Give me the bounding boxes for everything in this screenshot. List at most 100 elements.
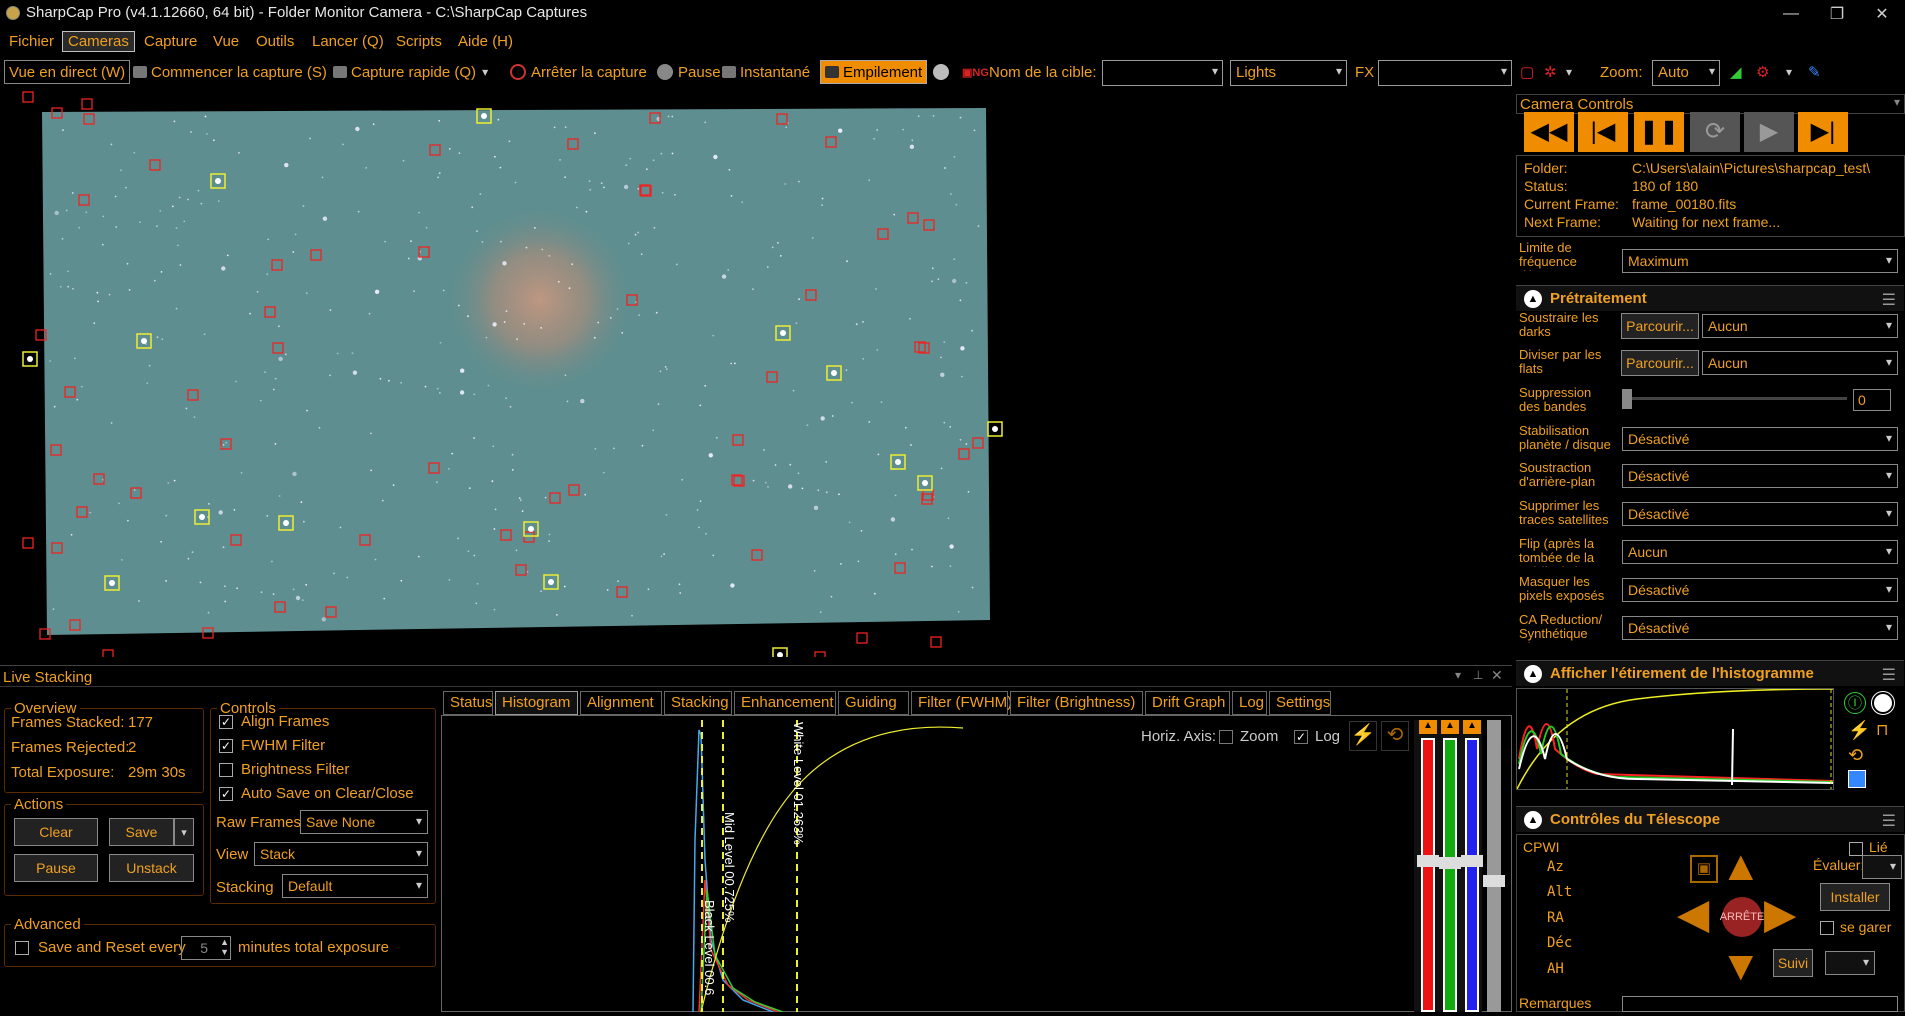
save-button[interactable]: Save — [109, 818, 174, 846]
north-arrow-icon[interactable]: ▲ — [1720, 845, 1762, 887]
track-dropdown[interactable] — [1825, 951, 1875, 975]
tab-status[interactable]: Status — [443, 691, 493, 715]
autosave-checkbox[interactable]: ✓ — [219, 787, 233, 801]
telescope-header[interactable]: ▲ Contrôles du Télescope ☰ — [1516, 806, 1904, 832]
red-slider-handle[interactable] — [1417, 855, 1439, 867]
pause-button[interactable]: Pause — [657, 60, 721, 84]
save-reset-checkbox[interactable] — [15, 941, 29, 955]
contrast-icon[interactable] — [1871, 691, 1895, 715]
close-icon[interactable]: ✕ — [1491, 667, 1503, 684]
stepper-arrows-icon[interactable]: ▲ ▼ — [220, 937, 229, 957]
menu-scripts[interactable]: Scripts — [391, 32, 447, 51]
last-frame-button[interactable]: ▶| — [1798, 112, 1848, 152]
east-arrow-icon[interactable]: ▶ — [1764, 893, 1796, 935]
first-frame-button[interactable]: |◀ — [1578, 112, 1628, 152]
raw-frames-dropdown[interactable]: Save None — [300, 810, 428, 834]
dark-icon[interactable]: ▣NG — [962, 60, 989, 84]
pretraitement-dropdown[interactable]: Désactivé — [1622, 502, 1898, 526]
browse-button[interactable]: Parcourir... — [1621, 313, 1699, 339]
chevron-down-icon[interactable]: ▾ — [1566, 60, 1572, 84]
lightning-icon[interactable]: ⚡ — [1848, 720, 1870, 741]
green-slider[interactable] — [1443, 738, 1457, 1012]
menu-outils[interactable]: Outils — [251, 32, 299, 51]
pretraitement-dropdown[interactable]: Aucun — [1702, 314, 1898, 338]
save-icon[interactable] — [1848, 770, 1866, 788]
track-button[interactable]: Suivi — [1773, 949, 1813, 977]
reticle-icon[interactable]: ✲ — [1544, 60, 1557, 84]
green-up-icon[interactable]: ▲ — [1441, 720, 1459, 734]
live-view-button[interactable]: Vue en direct (W) — [4, 60, 131, 84]
west-arrow-icon[interactable]: ◀ — [1677, 893, 1709, 935]
fwhm-filter-checkbox[interactable]: ✓ — [219, 739, 233, 753]
menu-capture[interactable]: Capture — [139, 32, 202, 51]
frame-type-combo[interactable]: Lights — [1230, 60, 1347, 86]
histogram-stretch-header[interactable]: ▲ Afficher l'étirement de l'histogramme ☰ — [1516, 660, 1904, 686]
tab-filter-brightness[interactable]: Filter (Brightness) — [1010, 691, 1143, 715]
collapse-icon[interactable]: ▲ — [1524, 289, 1542, 308]
red-up-icon[interactable]: ▲ — [1419, 720, 1437, 734]
menu-vue[interactable]: Vue — [208, 32, 244, 51]
remarks-field[interactable] — [1622, 996, 1898, 1012]
save-options-chevron-icon[interactable]: ▾ — [174, 818, 194, 846]
menu-lancer[interactable]: Lancer (Q) — [307, 32, 389, 51]
fx-combo[interactable] — [1378, 60, 1512, 86]
pretraitement-dropdown[interactable]: Désactivé — [1622, 427, 1898, 451]
tab-stacking[interactable]: Stacking — [664, 691, 732, 715]
stop-mount-button[interactable]: ARRÊTE — [1720, 897, 1764, 937]
chevron-down-icon[interactable]: ▾ — [1894, 95, 1900, 109]
tab-alignment[interactable]: Alignment — [580, 691, 662, 715]
chevron-down-icon[interactable]: ▾ — [1455, 668, 1461, 682]
band-suppression-handle[interactable] — [1622, 389, 1632, 409]
tab-log[interactable]: Log — [1232, 691, 1267, 715]
target-name-combo[interactable] — [1102, 60, 1223, 86]
menu-icon[interactable]: ☰ — [1882, 290, 1896, 310]
brightness-icon[interactable] — [933, 64, 949, 80]
menu-icon[interactable]: ☰ — [1882, 811, 1896, 831]
pause-stack-button[interactable]: Pause — [14, 854, 98, 882]
minutes-stepper[interactable]: 5 ▲ ▼ — [181, 936, 231, 960]
tab-histogram[interactable]: Histogram — [495, 691, 578, 715]
green-slider-handle[interactable] — [1439, 857, 1461, 869]
zoom-combo[interactable]: Auto — [1652, 60, 1720, 86]
spiral-search-icon[interactable]: ▣ — [1690, 855, 1718, 883]
chevron-down-icon[interactable]: ▾ — [482, 65, 488, 79]
pretraitement-dropdown[interactable]: Aucun — [1702, 351, 1898, 375]
close-button[interactable]: ✕ — [1859, 0, 1905, 27]
linked-checkbox[interactable] — [1849, 842, 1863, 856]
collapse-icon[interactable]: ▲ — [1524, 664, 1542, 683]
chevron-down-icon[interactable]: ▾ — [1786, 60, 1792, 84]
pretraitement-dropdown[interactable]: Désactivé — [1622, 616, 1898, 640]
play-icon[interactable]: ▶ — [1744, 112, 1794, 152]
align-frames-checkbox[interactable]: ✓ — [219, 715, 233, 729]
stop-capture-button[interactable]: Arrêter la capture — [510, 60, 647, 84]
stack-histogram[interactable] — [443, 720, 1413, 1013]
pin-icon[interactable]: ⊥ — [1473, 668, 1483, 682]
pretraitement-header[interactable]: ▲ Prétraitement ☰ — [1516, 285, 1904, 311]
start-capture-button[interactable]: Commencer la capture (S) — [133, 60, 327, 84]
menu-cameras[interactable]: Cameras — [62, 31, 135, 52]
view-dropdown[interactable]: Stack — [254, 842, 428, 866]
pretraitement-dropdown[interactable]: Désactivé — [1622, 578, 1898, 602]
band-suppression-value[interactable]: 0 — [1853, 389, 1891, 411]
quick-capture-button[interactable]: Capture rapide (Q) ▾ — [333, 60, 488, 84]
pretraitement-dropdown[interactable]: Aucun — [1622, 540, 1898, 564]
histogram-stretch-graph[interactable] — [1516, 688, 1834, 790]
south-arrow-icon[interactable]: ▼ — [1720, 945, 1762, 987]
clear-button[interactable]: Clear — [14, 818, 98, 846]
blue-slider[interactable] — [1465, 738, 1479, 1012]
menu-icon[interactable]: ☰ — [1882, 665, 1896, 685]
auto-stretch-icon[interactable]: Ⓘ — [1844, 692, 1866, 714]
tab-enhancement[interactable]: Enhancement — [734, 691, 836, 715]
tab-drift-graph[interactable]: Drift Graph — [1145, 691, 1230, 715]
tab-settings[interactable]: Settings — [1269, 691, 1331, 715]
tab-guiding[interactable]: Guiding — [838, 691, 909, 715]
park-checkbox[interactable] — [1820, 921, 1834, 935]
pretraitement-dropdown[interactable]: Désactivé — [1622, 464, 1898, 488]
fps-dropdown[interactable]: Maximum — [1622, 249, 1898, 273]
menu-fichier[interactable]: Fichier — [4, 32, 59, 51]
minimize-button[interactable]: — — [1768, 0, 1814, 27]
menu-aide[interactable]: Aide (H) — [453, 32, 518, 51]
luminance-slider-handle[interactable] — [1483, 875, 1505, 887]
histogram-icon[interactable]: ◢ — [1730, 60, 1742, 84]
browse-button[interactable]: Parcourir... — [1621, 350, 1699, 376]
